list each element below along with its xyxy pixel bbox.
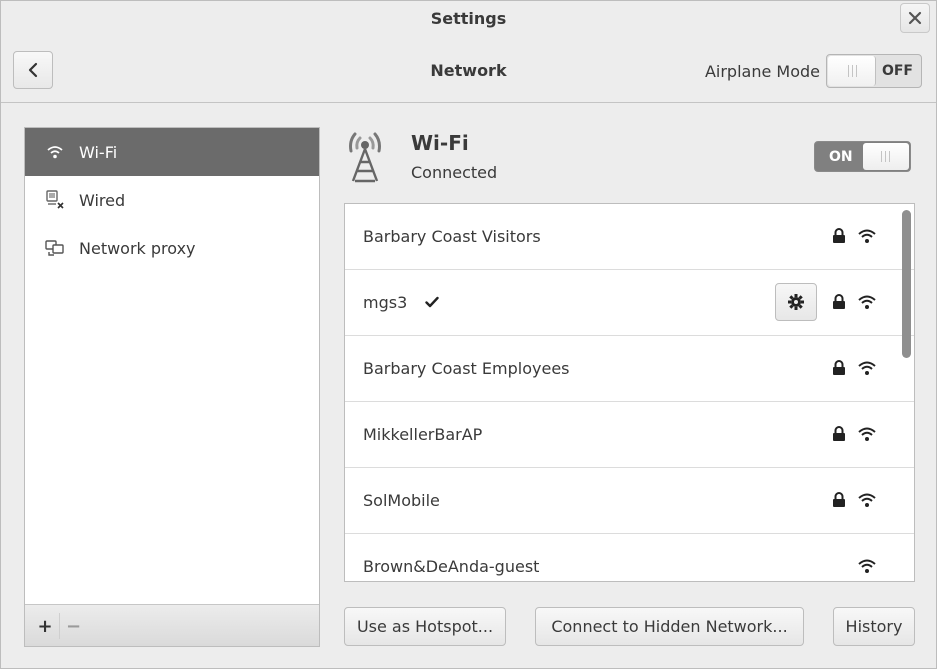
network-list: Barbary Coast Visitors mgs3 Barbary Coas… bbox=[344, 203, 915, 582]
network-row[interactable]: SolMobile bbox=[345, 468, 914, 534]
signal-strength-icon bbox=[858, 361, 876, 375]
close-icon bbox=[908, 11, 922, 25]
wifi-status: Connected bbox=[411, 163, 498, 182]
settings-window: Settings Network Airplane Mode OFF Wi-Fi… bbox=[0, 0, 937, 669]
sidebar-list: Wi-Fi Wired Network proxy bbox=[25, 128, 319, 604]
signal-strength-icon bbox=[858, 559, 876, 573]
scrollbar[interactable] bbox=[902, 210, 911, 578]
wifi-icon bbox=[47, 146, 63, 159]
airplane-mode-state: OFF bbox=[881, 63, 913, 79]
wifi-power-switch[interactable]: ON bbox=[814, 141, 911, 172]
switch-knob bbox=[828, 56, 876, 86]
scrollbar-thumb[interactable] bbox=[902, 210, 911, 358]
sidebar-item-label: Network proxy bbox=[79, 238, 196, 258]
network-row[interactable]: Brown&DeAnda-guest bbox=[345, 534, 914, 581]
wired-icon bbox=[46, 190, 64, 209]
lock-icon bbox=[833, 294, 845, 309]
wifi-title: Wi-Fi bbox=[411, 131, 469, 155]
sidebar-toolbar: + − bbox=[25, 604, 319, 646]
sidebar-item-label: Wi-Fi bbox=[79, 142, 118, 162]
network-name: mgs3 bbox=[363, 293, 408, 312]
network-settings-button[interactable] bbox=[775, 283, 817, 321]
gear-icon bbox=[788, 294, 804, 310]
sidebar-item-wired[interactable]: Wired bbox=[25, 176, 319, 224]
network-name: Barbary Coast Visitors bbox=[363, 227, 541, 246]
connect-hidden-network-button[interactable]: Connect to Hidden Network... bbox=[535, 607, 804, 646]
close-button[interactable] bbox=[900, 3, 930, 33]
network-name: Brown&DeAnda-guest bbox=[363, 557, 540, 576]
sidebar-item-label: Wired bbox=[79, 190, 126, 210]
airplane-mode-switch[interactable]: OFF bbox=[826, 54, 922, 88]
signal-strength-icon bbox=[858, 229, 876, 243]
lock-icon bbox=[833, 360, 845, 375]
network-row[interactable]: Barbary Coast Visitors bbox=[345, 204, 914, 270]
airplane-mode-label: Airplane Mode bbox=[704, 62, 820, 81]
checkmark-icon bbox=[425, 296, 439, 308]
sidebar: Wi-Fi Wired Network proxy + − bbox=[24, 127, 320, 647]
network-name: MikkellerBarAP bbox=[363, 425, 483, 444]
remove-connection-button[interactable]: − bbox=[59, 613, 87, 639]
network-name: SolMobile bbox=[363, 491, 440, 510]
add-connection-button[interactable]: + bbox=[31, 613, 59, 639]
lock-icon bbox=[833, 228, 845, 243]
network-row[interactable]: Barbary Coast Employees bbox=[345, 336, 914, 402]
network-name: Barbary Coast Employees bbox=[363, 359, 570, 378]
signal-strength-icon bbox=[858, 493, 876, 507]
title-bar: Settings bbox=[1, 1, 936, 41]
wifi-tower-icon bbox=[349, 132, 381, 183]
sidebar-item-network-proxy[interactable]: Network proxy bbox=[25, 224, 319, 272]
switch-knob bbox=[863, 143, 909, 170]
wifi-switch-state: ON bbox=[829, 149, 853, 165]
back-button[interactable] bbox=[13, 51, 53, 89]
back-arrow-icon bbox=[28, 62, 38, 78]
proxy-icon bbox=[45, 240, 64, 256]
signal-strength-icon bbox=[858, 427, 876, 441]
lock-icon bbox=[833, 492, 845, 507]
signal-strength-icon bbox=[858, 295, 876, 309]
network-row[interactable]: mgs3 bbox=[345, 270, 914, 336]
use-as-hotspot-button[interactable]: Use as Hotspot... bbox=[344, 607, 506, 646]
sidebar-item-wifi[interactable]: Wi-Fi bbox=[25, 128, 319, 176]
network-row[interactable]: MikkellerBarAP bbox=[345, 402, 914, 468]
window-title: Settings bbox=[430, 9, 507, 28]
header-bar: Network Airplane Mode OFF bbox=[1, 41, 936, 103]
history-button[interactable]: History bbox=[833, 607, 915, 646]
lock-icon bbox=[833, 426, 845, 441]
